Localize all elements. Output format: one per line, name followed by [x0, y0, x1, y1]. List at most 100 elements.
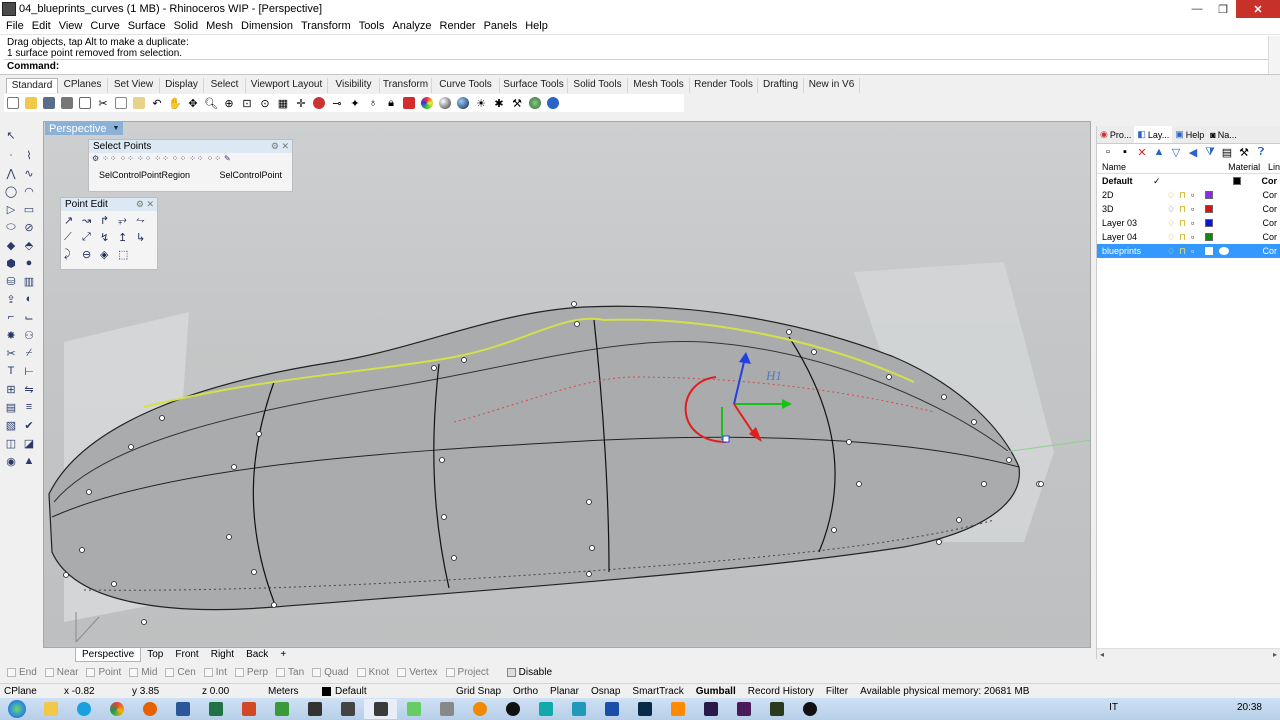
surface-icon[interactable]: ◆ [3, 238, 19, 252]
osnap-perp[interactable]: Perp [234, 667, 268, 678]
tab-perspective[interactable]: Perspective [75, 648, 142, 662]
check-icon[interactable]: ✔ [21, 418, 37, 432]
tab-visibility[interactable]: Visibility [328, 78, 380, 93]
zoom-icon[interactable]: 🔍︎ [202, 95, 220, 111]
layout-icon[interactable]: ▤ [3, 400, 19, 414]
material-swatch[interactable] [1219, 247, 1229, 255]
globe-icon[interactable] [526, 95, 544, 111]
tab-cplanes[interactable]: CPlanes [58, 78, 108, 93]
render-icon[interactable] [418, 95, 436, 111]
close-panel-icon[interactable]: ⚙ ✕ [271, 141, 292, 152]
grid-snap-toggle[interactable]: Grid Snap [450, 686, 507, 697]
print-color-icon[interactable]: ▫ [1191, 190, 1205, 200]
sel-grow-icon[interactable]: ⁘⁘ [189, 154, 204, 163]
sel-cp-icon[interactable]: ⁘⁘ [102, 154, 117, 163]
align-icon[interactable]: ≡ [21, 400, 37, 414]
smooth-icon[interactable]: ⥊ [136, 214, 154, 227]
command-scrollbar[interactable] [1268, 36, 1280, 74]
print-color-icon[interactable]: ▫ [1191, 246, 1205, 256]
checkbox[interactable] [234, 668, 244, 677]
tab-select[interactable]: Select [204, 78, 246, 93]
help-icon[interactable] [544, 95, 562, 111]
checkbox[interactable] [276, 668, 286, 677]
menu-mesh[interactable]: Mesh [202, 20, 237, 32]
explorer-icon[interactable] [34, 699, 67, 719]
mirror-icon[interactable]: ⇋ [21, 382, 37, 396]
smarttrack-toggle[interactable]: SmartTrack [626, 686, 689, 697]
maximize-button[interactable]: ❐ [1210, 0, 1236, 18]
arc-icon[interactable]: ◠ [21, 184, 37, 198]
menu-edit[interactable]: Edit [28, 20, 55, 32]
wand-icon[interactable]: ⚒ [508, 95, 526, 111]
layer-color-swatch[interactable] [1233, 177, 1241, 185]
new-icon[interactable] [4, 95, 22, 111]
menu-panels[interactable]: Panels [480, 20, 522, 32]
pt-on-icon[interactable]: ⤸ [64, 248, 82, 261]
layer-color-swatch[interactable] [1205, 247, 1213, 255]
checkbox[interactable] [129, 668, 139, 677]
print-color-icon[interactable]: ▫ [1191, 232, 1205, 242]
word-icon[interactable] [166, 699, 199, 719]
car-body-surface[interactable] [48, 305, 1020, 611]
edit-pt-icon[interactable]: ↯ [100, 231, 118, 244]
save-icon[interactable] [40, 95, 58, 111]
ellipse-icon[interactable]: ⬭ [3, 220, 19, 234]
layer-color-swatch[interactable] [1205, 205, 1213, 213]
cut-icon[interactable]: ✂ [94, 95, 112, 111]
checkbox[interactable] [397, 668, 407, 677]
menu-render[interactable]: Render [436, 20, 480, 32]
grid-icon[interactable]: ▦ [274, 95, 292, 111]
split-icon[interactable]: ⌿ [21, 346, 37, 360]
tab-drafting[interactable]: Drafting [758, 78, 804, 93]
osnap-knot[interactable]: Knot [356, 667, 389, 678]
checkbox[interactable] [356, 668, 366, 677]
remove-knot-icon[interactable]: ↝ [82, 214, 100, 227]
osnap-toggle[interactable]: Osnap [585, 686, 626, 697]
light-bulb-icon[interactable]: ♢ [1167, 232, 1179, 243]
paste-icon[interactable] [130, 95, 148, 111]
osnap-vertex[interactable]: Vertex [397, 667, 438, 678]
app-r-icon[interactable] [595, 699, 628, 719]
select-arrow-icon[interactable]: ↖ [3, 128, 19, 142]
tools-icon[interactable]: ⚒ [1237, 146, 1251, 159]
material-icon[interactable] [454, 95, 472, 111]
analyze-icon[interactable]: ▧ [3, 418, 19, 432]
copy-icon[interactable] [112, 95, 130, 111]
menu-dimension[interactable]: Dimension [237, 20, 297, 32]
fillet-icon[interactable]: ⌐ [3, 310, 19, 324]
move-icon[interactable]: ✛ [292, 95, 310, 111]
new-layer-icon[interactable]: ▫ [1101, 146, 1115, 158]
box-icon[interactable]: ⬢ [3, 256, 19, 270]
osnap-end[interactable]: End [7, 667, 37, 678]
filter-icon[interactable]: ⧩ [1203, 146, 1217, 159]
aftereffects-icon[interactable] [694, 699, 727, 719]
app-dark-icon[interactable] [298, 699, 331, 719]
loft-icon[interactable]: ⬘ [21, 238, 37, 252]
print-icon[interactable] [58, 95, 76, 111]
trim-icon[interactable]: ✂ [3, 346, 19, 360]
cylinder-icon[interactable]: ⛁ [3, 274, 19, 288]
checkbox[interactable] [86, 668, 96, 677]
cage-icon[interactable]: ⬚ [118, 248, 136, 261]
layer-help-icon[interactable]: ❓︎ [1254, 146, 1268, 159]
point-edit-header[interactable]: Point Edit ⚙ ✕ [61, 198, 157, 211]
drag-icon[interactable]: ↥ [118, 231, 136, 244]
light-bulb-icon[interactable]: ♢ [1167, 218, 1179, 229]
premiere-icon[interactable] [727, 699, 760, 719]
menu-tools[interactable]: Tools [355, 20, 389, 32]
insert-point-icon[interactable]: ↱ [100, 214, 118, 227]
tab-standard[interactable]: Standard [6, 78, 58, 93]
sel-shrink-icon[interactable]: ⁘⁘ [207, 154, 222, 163]
pt-off-icon[interactable]: ⊖ [82, 248, 100, 261]
free-form-icon[interactable]: ⊘ [21, 220, 37, 234]
snap-icon[interactable]: ⊸ [328, 95, 346, 111]
checkbox[interactable] [165, 668, 175, 677]
app-rhino-icon[interactable] [331, 699, 364, 719]
chrome-icon[interactable] [100, 699, 133, 719]
osnap-project[interactable]: Project [445, 667, 489, 678]
new-sublayer-icon[interactable]: ▪ [1118, 146, 1132, 158]
chamfer-icon[interactable]: ⌙ [21, 310, 37, 324]
dreamweaver-icon[interactable] [760, 699, 793, 719]
soft-edit-icon[interactable]: ◈ [100, 248, 118, 261]
tab-new-in-v6[interactable]: New in V6 [804, 78, 860, 93]
